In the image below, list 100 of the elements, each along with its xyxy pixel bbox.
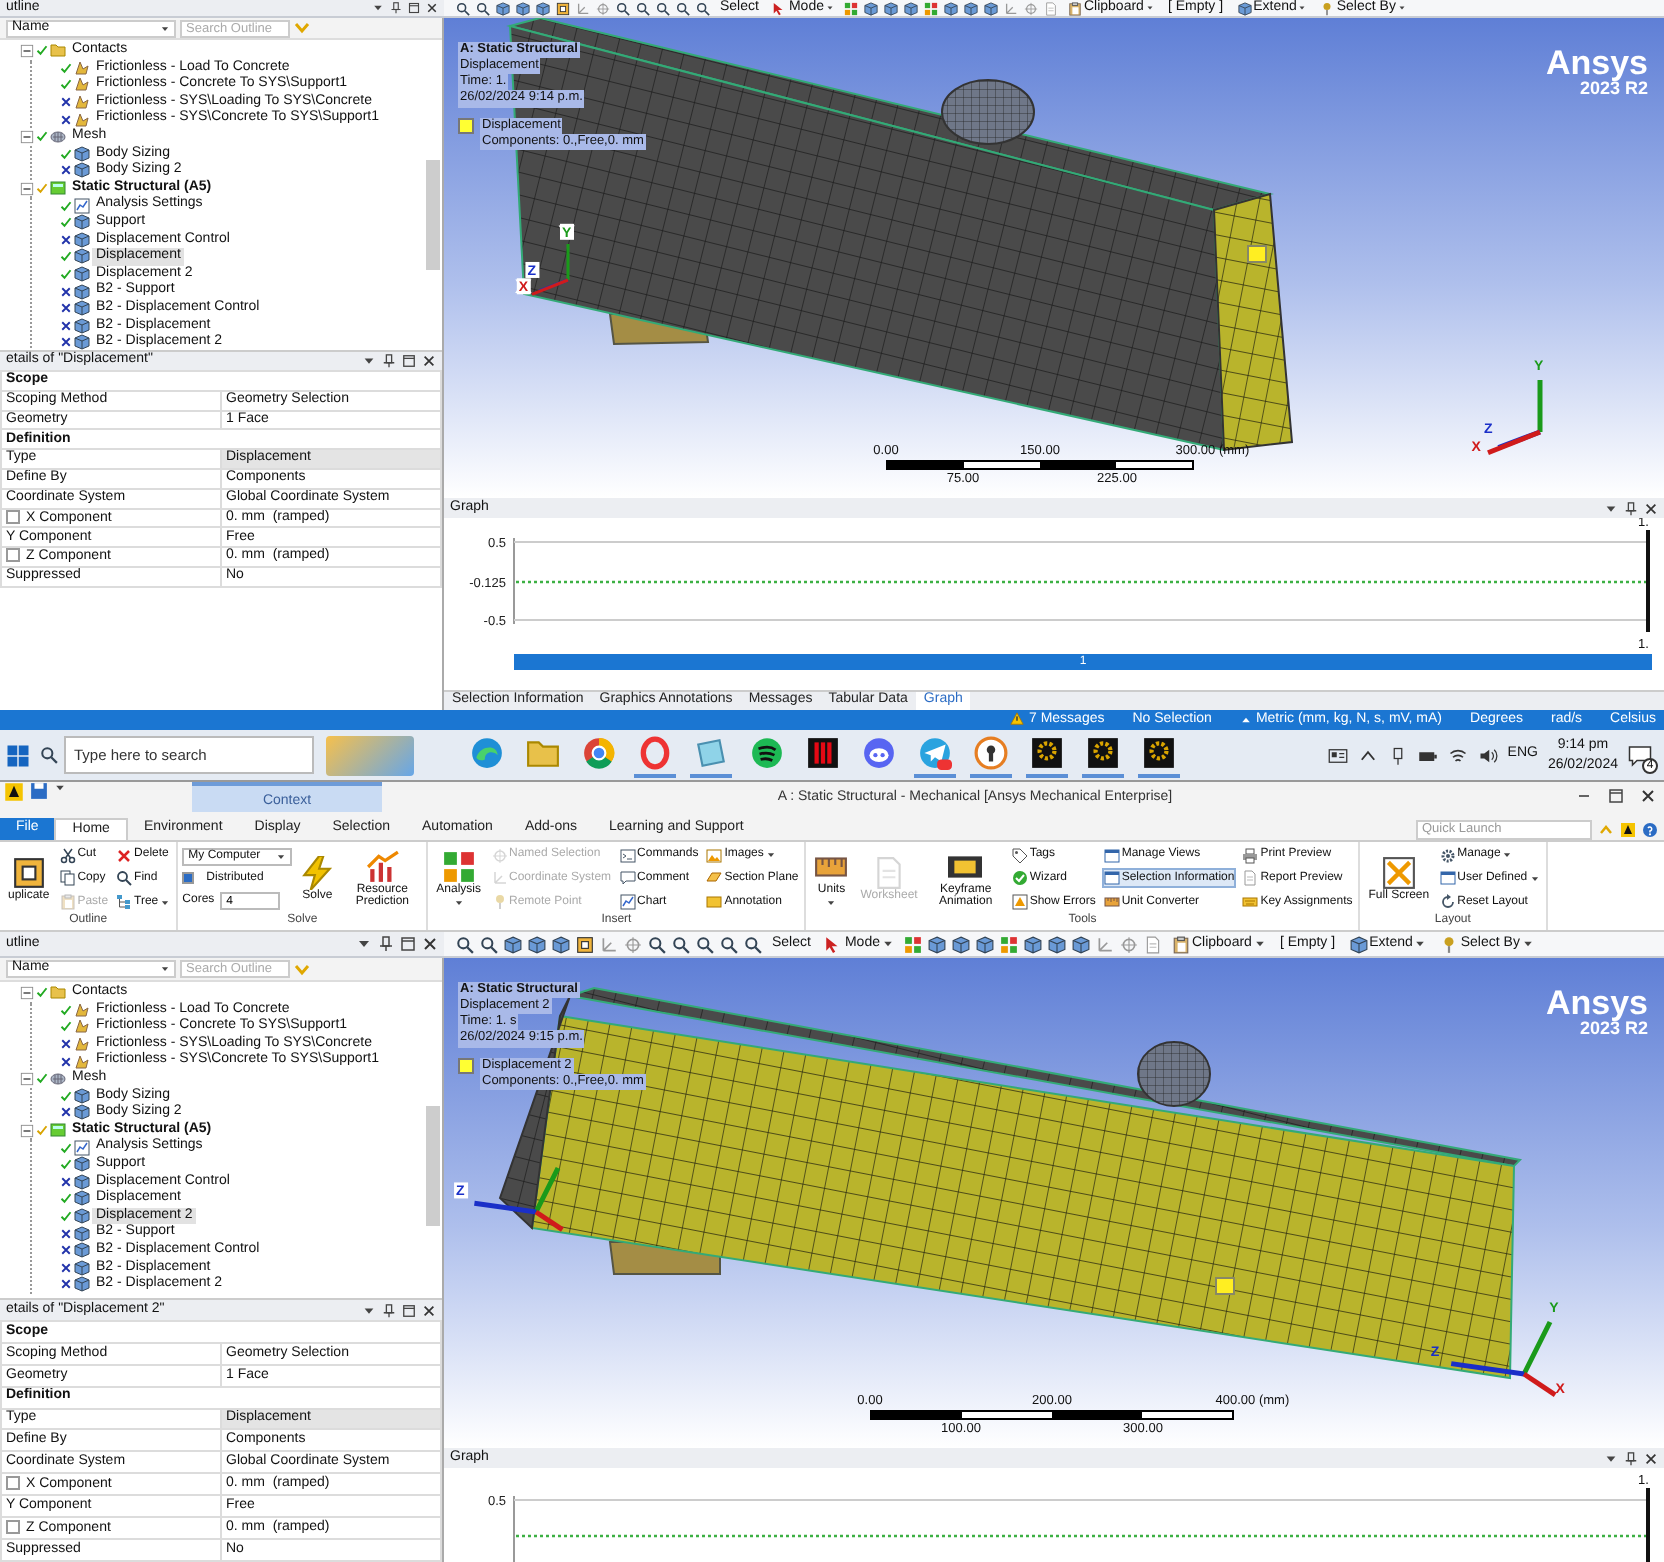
wifi-icon[interactable] — [1447, 745, 1468, 765]
restore-icon[interactable] — [1608, 788, 1624, 804]
axes-icon[interactable] — [600, 935, 618, 953]
magnifier-icon[interactable] — [480, 935, 498, 953]
magnifier-icon[interactable] — [696, 1, 710, 15]
axes-icon[interactable] — [576, 1, 590, 15]
restore-icon[interactable] — [408, 2, 420, 14]
document-icon[interactable] — [1143, 935, 1162, 953]
cube-icon[interactable] — [552, 935, 570, 953]
pin-icon — [1320, 1, 1335, 15]
tiles-icon[interactable] — [999, 935, 1018, 953]
tiles-icon[interactable] — [923, 1, 938, 15]
windows-logo-icon[interactable] — [6, 743, 30, 767]
caret-icon[interactable] — [372, 2, 384, 14]
cube-icon[interactable] — [1023, 935, 1042, 953]
close-icon[interactable] — [422, 936, 438, 952]
close-icon[interactable] — [1640, 788, 1656, 804]
speaker-icon[interactable] — [1477, 745, 1498, 765]
magnifier-icon[interactable] — [456, 1, 470, 15]
pin-icon[interactable] — [1624, 501, 1638, 515]
pin-icon[interactable] — [390, 2, 402, 14]
restore-icon[interactable] — [402, 354, 416, 368]
cube-icon[interactable] — [536, 1, 550, 15]
gear-tile-icon[interactable] — [1026, 733, 1068, 777]
gear-tile-icon[interactable] — [1138, 733, 1180, 777]
cube-icon[interactable] — [504, 935, 522, 953]
collapse-icon[interactable] — [20, 181, 34, 196]
cube-icon[interactable] — [951, 935, 970, 953]
folder-icon — [50, 984, 66, 1001]
pin-icon[interactable] — [1624, 1451, 1638, 1465]
magnifier-icon[interactable] — [696, 935, 714, 953]
cube-icon[interactable] — [975, 935, 994, 953]
magnifier-icon[interactable] — [672, 935, 690, 953]
magnifier-icon[interactable] — [476, 1, 490, 15]
close-icon[interactable] — [1644, 1451, 1658, 1465]
help-icon[interactable] — [1642, 821, 1658, 837]
square-frame-icon[interactable] — [556, 1, 570, 15]
warning-icon — [1011, 894, 1028, 911]
tiles-icon[interactable] — [903, 935, 922, 953]
cube-icon[interactable] — [927, 935, 946, 953]
cube-icon[interactable] — [1071, 935, 1090, 953]
warning-icon[interactable] — [1010, 712, 1025, 727]
magnifier-icon[interactable] — [648, 935, 666, 953]
ring-icon[interactable] — [634, 733, 676, 777]
cube-icon[interactable] — [528, 935, 546, 953]
checkbox[interactable] — [6, 510, 20, 524]
restore-icon[interactable] — [402, 1303, 416, 1317]
magnifier-icon[interactable] — [616, 1, 630, 15]
cube-icon[interactable] — [516, 1, 530, 15]
newspaper-icon[interactable] — [1327, 745, 1348, 765]
cube-icon[interactable] — [903, 1, 918, 15]
magnifier-icon[interactable] — [636, 1, 650, 15]
collapse-icon[interactable] — [20, 985, 34, 1000]
caret-icon[interactable] — [356, 936, 372, 952]
magnifier-icon[interactable] — [676, 1, 690, 15]
magnifier-icon[interactable] — [456, 935, 474, 953]
pin-icon[interactable] — [382, 1303, 396, 1317]
cube-icon[interactable] — [943, 1, 958, 15]
paper-plane-icon[interactable] — [914, 733, 956, 777]
cube-icon[interactable] — [863, 1, 878, 15]
tiles-icon[interactable] — [843, 1, 858, 15]
chevron-up-icon[interactable] — [1357, 745, 1378, 765]
pin-icon[interactable] — [378, 936, 394, 952]
checkbox[interactable] — [6, 549, 20, 563]
close-icon[interactable] — [426, 2, 438, 14]
close-icon[interactable] — [1644, 501, 1658, 515]
app-icon[interactable] — [4, 782, 24, 802]
scrollbar-thumb[interactable] — [426, 160, 440, 270]
tile-icon[interactable] — [690, 733, 732, 777]
magnifier-icon[interactable] — [40, 746, 58, 764]
close-icon[interactable] — [422, 1303, 436, 1317]
chat-icon[interactable] — [1628, 743, 1652, 767]
collapse-icon[interactable] — [20, 1071, 34, 1086]
checkbox[interactable] — [6, 1475, 20, 1490]
square-frame-icon[interactable] — [576, 935, 594, 953]
checkbox[interactable] — [6, 1519, 20, 1534]
crosshair-icon[interactable] — [624, 935, 642, 953]
collapse-icon[interactable] — [20, 129, 34, 144]
caret-icon[interactable] — [362, 1303, 376, 1317]
cube-icon[interactable] — [1047, 935, 1066, 953]
cube-icon[interactable] — [963, 1, 978, 15]
close-icon[interactable] — [422, 354, 436, 368]
magnifier-icon[interactable] — [656, 1, 670, 15]
checkbox[interactable] — [182, 872, 195, 885]
magnifier-icon[interactable] — [744, 935, 762, 953]
restore-icon[interactable] — [400, 936, 416, 952]
cube-icon[interactable] — [983, 1, 998, 15]
cube-icon[interactable] — [883, 1, 898, 15]
magnifier-icon[interactable] — [720, 935, 738, 953]
cube-icon[interactable] — [496, 1, 510, 15]
scrollbar-thumb[interactable] — [426, 1106, 440, 1226]
caret-icon[interactable] — [362, 354, 376, 368]
save-icon[interactable] — [30, 782, 48, 800]
pin-icon[interactable] — [382, 354, 396, 368]
collapse-icon[interactable] — [20, 1123, 34, 1138]
gear-tile-icon[interactable] — [1082, 733, 1124, 777]
collapse-icon[interactable] — [20, 43, 34, 58]
crosshair-icon[interactable] — [1119, 935, 1138, 953]
axes-icon[interactable] — [1003, 1, 1018, 15]
app-icon[interactable] — [1620, 821, 1636, 837]
